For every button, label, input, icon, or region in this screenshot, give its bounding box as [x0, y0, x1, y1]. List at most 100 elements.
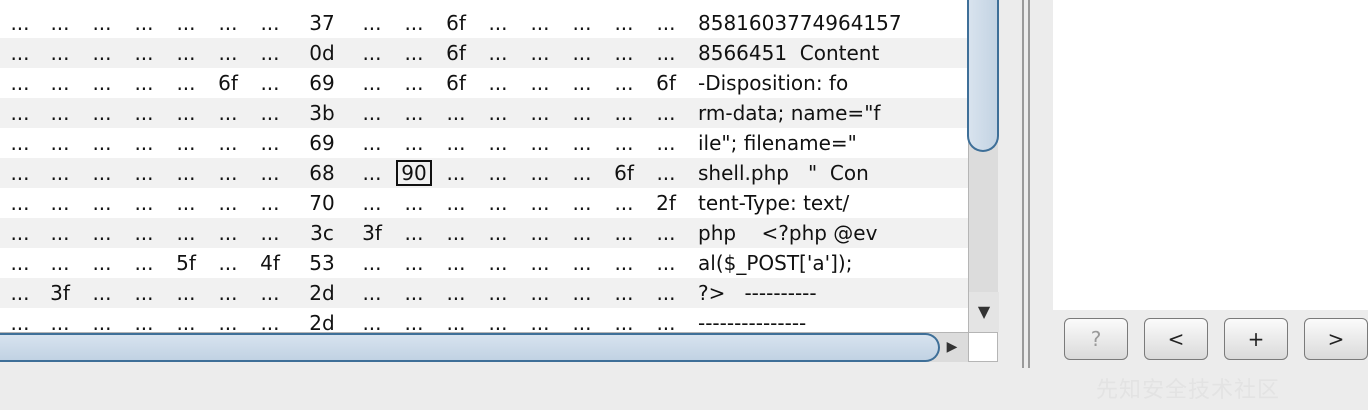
- hex-cell[interactable]: ...: [208, 128, 248, 158]
- hex-view[interactable]: ..................... 37...... 6f.........…: [0, 0, 968, 332]
- hex-cell[interactable]: ...: [394, 38, 434, 68]
- hex-cell[interactable]: ...: [394, 248, 434, 278]
- hex-cell[interactable]: ...: [40, 68, 80, 98]
- hex-cell[interactable]: ...: [436, 188, 476, 218]
- hex-cell[interactable]: ...: [166, 128, 206, 158]
- hex-cell[interactable]: ...: [436, 218, 476, 248]
- hex-cell[interactable]: ...: [478, 38, 518, 68]
- hex-cell[interactable]: 5f: [166, 248, 206, 278]
- hex-cell[interactable]: ...: [124, 38, 164, 68]
- hex-cell[interactable]: ...: [520, 158, 560, 188]
- hex-cell[interactable]: ...: [0, 308, 40, 332]
- hex-cell[interactable]: ...: [124, 68, 164, 98]
- hex-cell[interactable]: ...: [646, 248, 686, 278]
- hex-cell[interactable]: ...: [646, 308, 686, 332]
- hex-cell[interactable]: 3f: [352, 218, 392, 248]
- hex-cell[interactable]: ...: [40, 218, 80, 248]
- hex-cell[interactable]: ...: [82, 218, 122, 248]
- help-button[interactable]: ?: [1064, 318, 1128, 360]
- hex-cell[interactable]: ...: [40, 8, 80, 38]
- hex-cell[interactable]: ...: [604, 128, 644, 158]
- hex-cell[interactable]: 70: [302, 188, 342, 218]
- hex-cell[interactable]: ...: [0, 278, 40, 308]
- hex-cell[interactable]: ...: [604, 248, 644, 278]
- hex-cell[interactable]: ...: [646, 8, 686, 38]
- hex-cell[interactable]: ...: [478, 158, 518, 188]
- hex-cell[interactable]: ...: [646, 98, 686, 128]
- hex-cell[interactable]: ...: [40, 38, 80, 68]
- hex-cell[interactable]: 6f: [436, 8, 476, 38]
- hex-cell[interactable]: ...: [352, 8, 392, 38]
- hex-cell[interactable]: 69: [302, 68, 342, 98]
- hex-cell[interactable]: ...: [436, 158, 476, 188]
- hex-cell[interactable]: ...: [646, 128, 686, 158]
- hex-cell[interactable]: ...: [604, 218, 644, 248]
- hex-cell[interactable]: 3b: [302, 98, 342, 128]
- hex-cell[interactable]: 6f: [646, 68, 686, 98]
- hex-cell[interactable]: ...: [646, 38, 686, 68]
- hex-cell[interactable]: ...: [478, 308, 518, 332]
- hex-cell[interactable]: ...: [166, 188, 206, 218]
- hex-cell[interactable]: ...: [82, 98, 122, 128]
- hex-cell[interactable]: ...: [208, 8, 248, 38]
- hex-cell[interactable]: ...: [562, 308, 602, 332]
- hex-cell[interactable]: ...: [124, 188, 164, 218]
- hex-cell[interactable]: ...: [436, 98, 476, 128]
- hex-cell[interactable]: ...: [82, 38, 122, 68]
- hex-cell[interactable]: ...: [520, 8, 560, 38]
- hex-cell[interactable]: ...: [208, 38, 248, 68]
- hex-cell[interactable]: ...: [520, 278, 560, 308]
- hex-cell[interactable]: ...: [520, 308, 560, 332]
- hex-cell[interactable]: ...: [352, 308, 392, 332]
- hex-cell[interactable]: ...: [124, 8, 164, 38]
- hex-cell[interactable]: ...: [562, 278, 602, 308]
- hex-cell[interactable]: ...: [166, 278, 206, 308]
- hex-cell[interactable]: 0d: [302, 38, 342, 68]
- hex-cell[interactable]: ...: [40, 188, 80, 218]
- hex-cell[interactable]: ...: [0, 98, 40, 128]
- hex-cell[interactable]: 4f: [250, 248, 290, 278]
- hex-cell[interactable]: ...: [520, 38, 560, 68]
- hex-cell[interactable]: ...: [520, 218, 560, 248]
- hex-cell[interactable]: ...: [0, 188, 40, 218]
- split-pane-divider[interactable]: [1022, 0, 1034, 368]
- hex-cell[interactable]: ...: [394, 68, 434, 98]
- hex-cell[interactable]: ...: [352, 158, 392, 188]
- hex-cell[interactable]: ...: [82, 158, 122, 188]
- hex-cell[interactable]: ...: [394, 188, 434, 218]
- hex-cell[interactable]: ...: [604, 98, 644, 128]
- hex-cell[interactable]: ...: [0, 38, 40, 68]
- hex-cell[interactable]: ...: [394, 308, 434, 332]
- hex-cell[interactable]: ...: [82, 308, 122, 332]
- hex-cell[interactable]: ...: [250, 38, 290, 68]
- hex-cell[interactable]: ...: [82, 8, 122, 38]
- hex-cell[interactable]: ...: [646, 278, 686, 308]
- hex-cell[interactable]: ...: [250, 218, 290, 248]
- hex-cell[interactable]: ...: [520, 248, 560, 278]
- hex-cell[interactable]: ...: [40, 248, 80, 278]
- hex-cell[interactable]: ...: [562, 158, 602, 188]
- hex-cell[interactable]: ...: [0, 218, 40, 248]
- hex-cell[interactable]: ...: [478, 8, 518, 38]
- hex-cell[interactable]: ...: [352, 68, 392, 98]
- hex-cell[interactable]: ...: [0, 68, 40, 98]
- hex-cell[interactable]: 53: [302, 248, 342, 278]
- hex-cell[interactable]: ...: [40, 158, 80, 188]
- hex-cell[interactable]: ...: [250, 188, 290, 218]
- hex-cell[interactable]: ...: [124, 248, 164, 278]
- hex-cell[interactable]: ...: [82, 188, 122, 218]
- hex-cell[interactable]: ...: [124, 308, 164, 332]
- hex-cell[interactable]: ...: [250, 278, 290, 308]
- hex-cell[interactable]: ...: [208, 278, 248, 308]
- hex-cell[interactable]: ...: [604, 188, 644, 218]
- hex-cell[interactable]: 2d: [302, 278, 342, 308]
- hex-cell[interactable]: ...: [250, 308, 290, 332]
- hex-cell[interactable]: ...: [478, 128, 518, 158]
- hex-cell[interactable]: ...: [208, 158, 248, 188]
- hex-cell[interactable]: 2f: [646, 188, 686, 218]
- hex-cell[interactable]: ...: [394, 218, 434, 248]
- hex-cell[interactable]: ...: [352, 188, 392, 218]
- hex-cell[interactable]: ...: [124, 278, 164, 308]
- hex-cell[interactable]: ...: [40, 128, 80, 158]
- hex-cell[interactable]: ...: [250, 8, 290, 38]
